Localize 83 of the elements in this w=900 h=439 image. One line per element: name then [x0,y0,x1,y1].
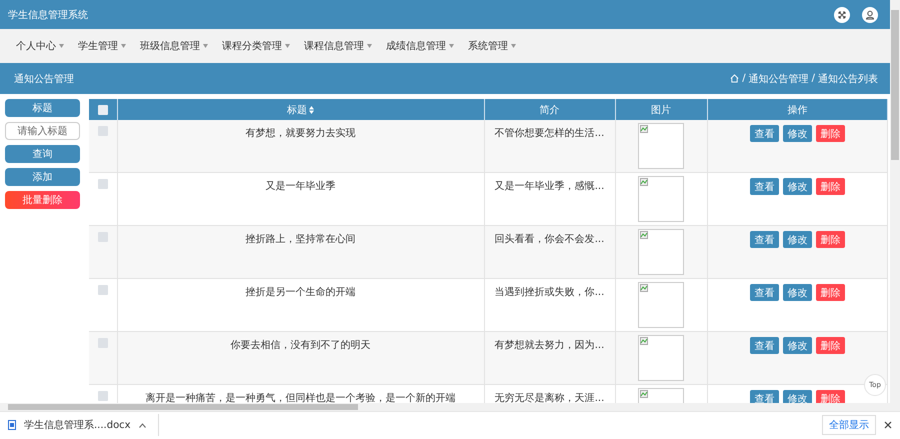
horizontal-scrollbar[interactable] [0,403,900,411]
caret-icon [203,44,208,48]
nav-menu-item[interactable]: 系统管理 [468,39,516,53]
table-cell-text: 当遇到挫折或失败，你... [494,286,606,299]
action-button[interactable]: 修改 [782,284,812,301]
search-field[interactable]: 请输入标题 [5,122,80,140]
action-button[interactable]: 添加 [5,168,80,186]
home-icon[interactable] [730,74,740,83]
broken-image-icon [640,337,648,345]
download-file-name[interactable]: 学生信息管理系....docx [24,418,131,432]
column-header: 操作 [707,99,888,120]
page-title: 通知公告管理 [14,72,74,86]
table-cell-text: 你要去相信，没有到不了的明天 [230,338,372,352]
broken-image-icon [640,178,648,186]
action-button[interactable]: 修改 [782,231,812,248]
table-cell-text: 离开是一种痛苦，是一种勇气，但同样也是一个考验，是一个新的开端 [144,392,456,403]
table-cell-text: 不管你想要怎样的生活... [494,126,606,140]
row-checkbox[interactable] [98,391,108,401]
row-checkbox[interactable] [98,126,108,136]
delete-button[interactable]: 删除 [816,231,845,248]
action-button[interactable]: 修改 [782,337,812,354]
broken-image-icon [640,231,648,239]
delete-button[interactable]: 删除 [816,178,845,195]
action-button[interactable]: 修改 [782,178,812,195]
caret-icon [121,44,126,48]
column-header: 简介 [484,99,615,120]
caret-icon [367,44,372,48]
delete-button[interactable]: 删除 [816,284,845,301]
action-button[interactable]: 查看 [750,178,779,195]
delete-button[interactable]: 删除 [816,390,845,403]
caret-icon [285,44,290,48]
row-checkbox[interactable] [98,285,108,295]
row-checkbox[interactable] [98,232,108,242]
row-checkbox[interactable] [98,179,108,189]
table-cell-text: 又是一年毕业季 [264,180,336,193]
caret-icon [59,44,64,48]
broken-image-icon [640,284,648,292]
close-icon[interactable] [884,421,892,430]
breadcrumb-link[interactable]: 通知公告列表 [818,72,878,86]
sort-icon[interactable] [309,106,314,114]
action-button[interactable]: 查看 [750,284,779,301]
broken-image-icon [640,125,648,133]
vertical-scrollbar[interactable] [890,0,900,403]
nav-menu-item[interactable]: 课程分类管理 [222,39,290,53]
action-button[interactable]: 修改 [782,390,812,403]
breadcrumb-separator: / [742,73,746,84]
app-title: 学生信息管理系统 [8,8,88,22]
batch-delete-button[interactable]: 批量删除 [5,191,80,209]
table-cell-text: 回头看看，你会不会发... [494,232,606,246]
table-cell-text: 挫折是另一个生命的开端 [244,286,356,299]
action-button[interactable]: 修改 [782,125,812,142]
caret-icon [449,44,454,48]
action-button[interactable]: 查看 [750,337,779,354]
field-label: 标题 [5,99,80,117]
action-button[interactable]: 查询 [5,145,80,163]
show-all-button[interactable]: 全部显示 [822,415,876,436]
fullscreen-icon[interactable] [834,6,850,22]
delete-button[interactable]: 删除 [816,125,845,142]
nav-menu-item[interactable]: 成绩信息管理 [386,39,454,53]
table-cell-text: 又是一年毕业季，感慨... [494,180,606,193]
row-checkbox[interactable] [98,338,108,348]
column-header[interactable]: 标题 [117,99,484,120]
broken-image-icon [640,390,648,398]
table-cell-text: 挫折路上，坚持常在心间 [244,232,356,246]
nav-menu-item[interactable]: 班级信息管理 [140,39,208,53]
nav-menu-item[interactable]: 个人中心 [16,39,64,53]
document-icon [8,420,16,430]
user-icon[interactable] [862,6,878,22]
table-cell-text: 无穷无尽是离称，天涯... [494,392,606,403]
action-button[interactable]: 查看 [750,390,779,403]
action-button[interactable]: 查看 [750,231,779,248]
table-cell-text: 有梦想就去努力，因为... [494,338,606,352]
chevron-up-icon[interactable] [138,422,146,428]
breadcrumb-separator: / [812,73,815,84]
breadcrumb-link[interactable]: 通知公告管理 [748,72,809,86]
caret-icon [511,44,516,48]
column-header: 图片 [615,99,707,120]
nav-menu-item[interactable]: 学生管理 [78,39,126,53]
action-button[interactable]: 查看 [750,125,779,142]
select-all-checkbox[interactable] [98,104,108,114]
delete-button[interactable]: 删除 [816,337,845,354]
table-cell-text: 有梦想，就要努力去实现 [244,126,356,140]
nav-menu-item[interactable]: 课程信息管理 [304,39,372,53]
